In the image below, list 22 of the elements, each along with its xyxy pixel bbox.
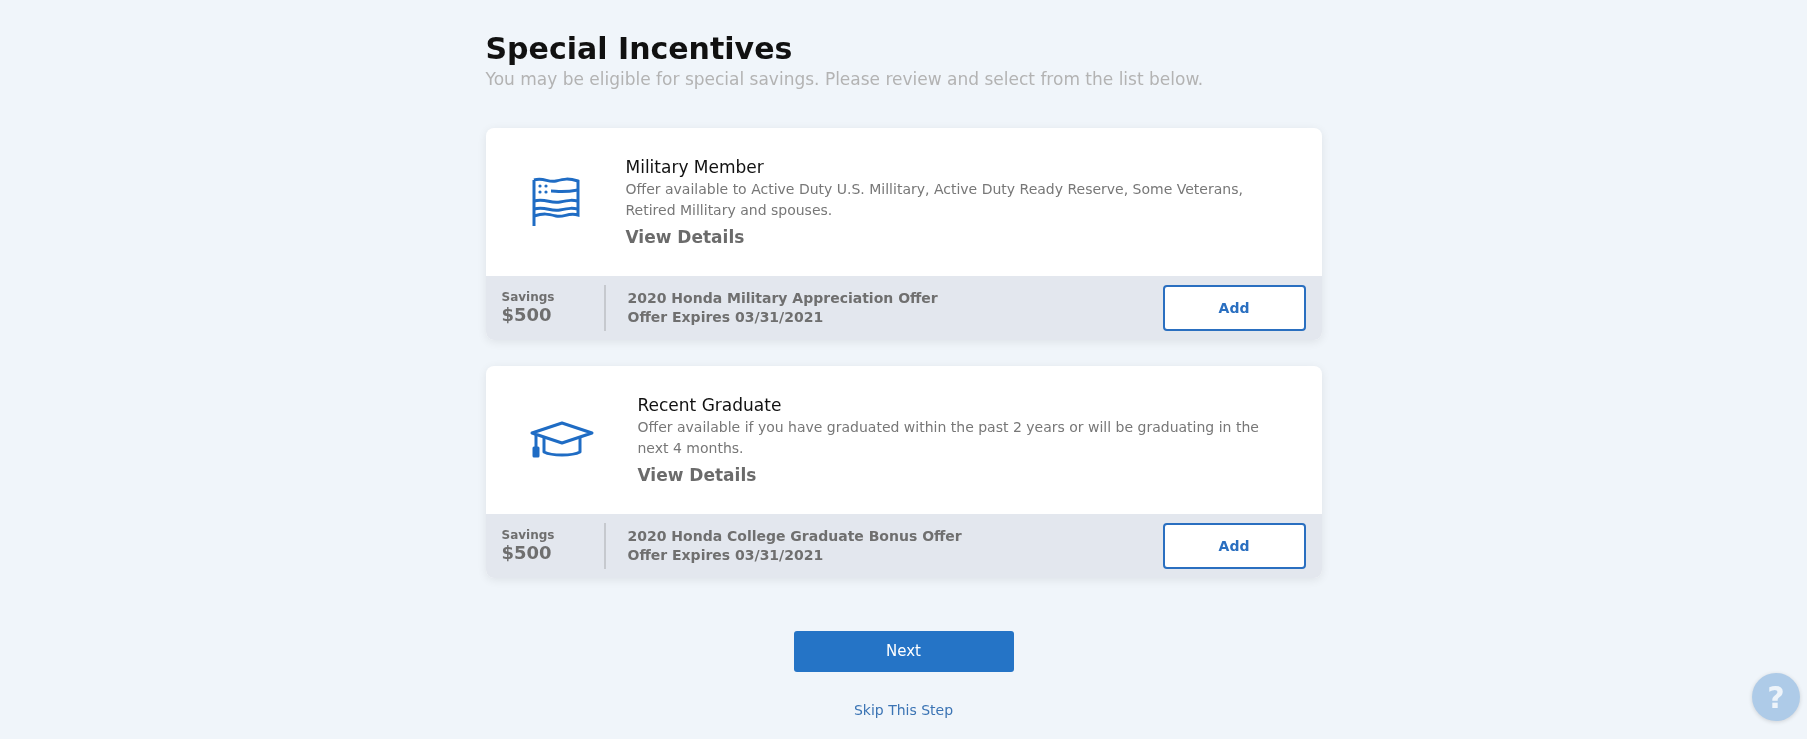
offer-description: Offer available to Active Duty U.S. Millitary, Active Duty Ready Reserve, Some Veterans, Retired Millitary and spouses.	[625, 180, 1244, 221]
savings-amount: $500	[501, 304, 553, 326]
next-button[interactable]: Next	[793, 630, 1014, 672]
add-button[interactable]: Add	[1162, 284, 1306, 331]
offer-title: Recent Graduate	[637, 393, 783, 417]
savings-amount: $500	[501, 542, 553, 564]
offer-name: 2020 Honda College Graduate Bonus Offer	[627, 526, 963, 546]
savings-label: Savings	[501, 528, 556, 543]
graduation-cap-icon	[529, 419, 594, 460]
page-title: Special Incentives	[485, 30, 794, 68]
page-subtitle: You may be eligible for special savings. Please review and select from the list below.	[485, 67, 1205, 90]
view-details-link[interactable]: View Details	[625, 227, 745, 248]
offer-description: Offer available if you have graduated within the past 2 years or will be graduating in the next 4 months.	[637, 418, 1260, 459]
offer-name: 2020 Honda Military Appreciation Offer	[627, 288, 939, 308]
offer-title: Military Member	[625, 155, 765, 179]
offer-expiry: Offer Expires 03/31/2021	[627, 307, 825, 327]
skip-link[interactable]: Skip This Step	[853, 701, 954, 718]
add-button[interactable]: Add	[1162, 522, 1306, 569]
savings-label: Savings	[501, 290, 556, 305]
flag-icon	[530, 175, 581, 228]
view-details-link[interactable]: View Details	[637, 465, 757, 486]
offer-expiry: Offer Expires 03/31/2021	[627, 545, 825, 565]
